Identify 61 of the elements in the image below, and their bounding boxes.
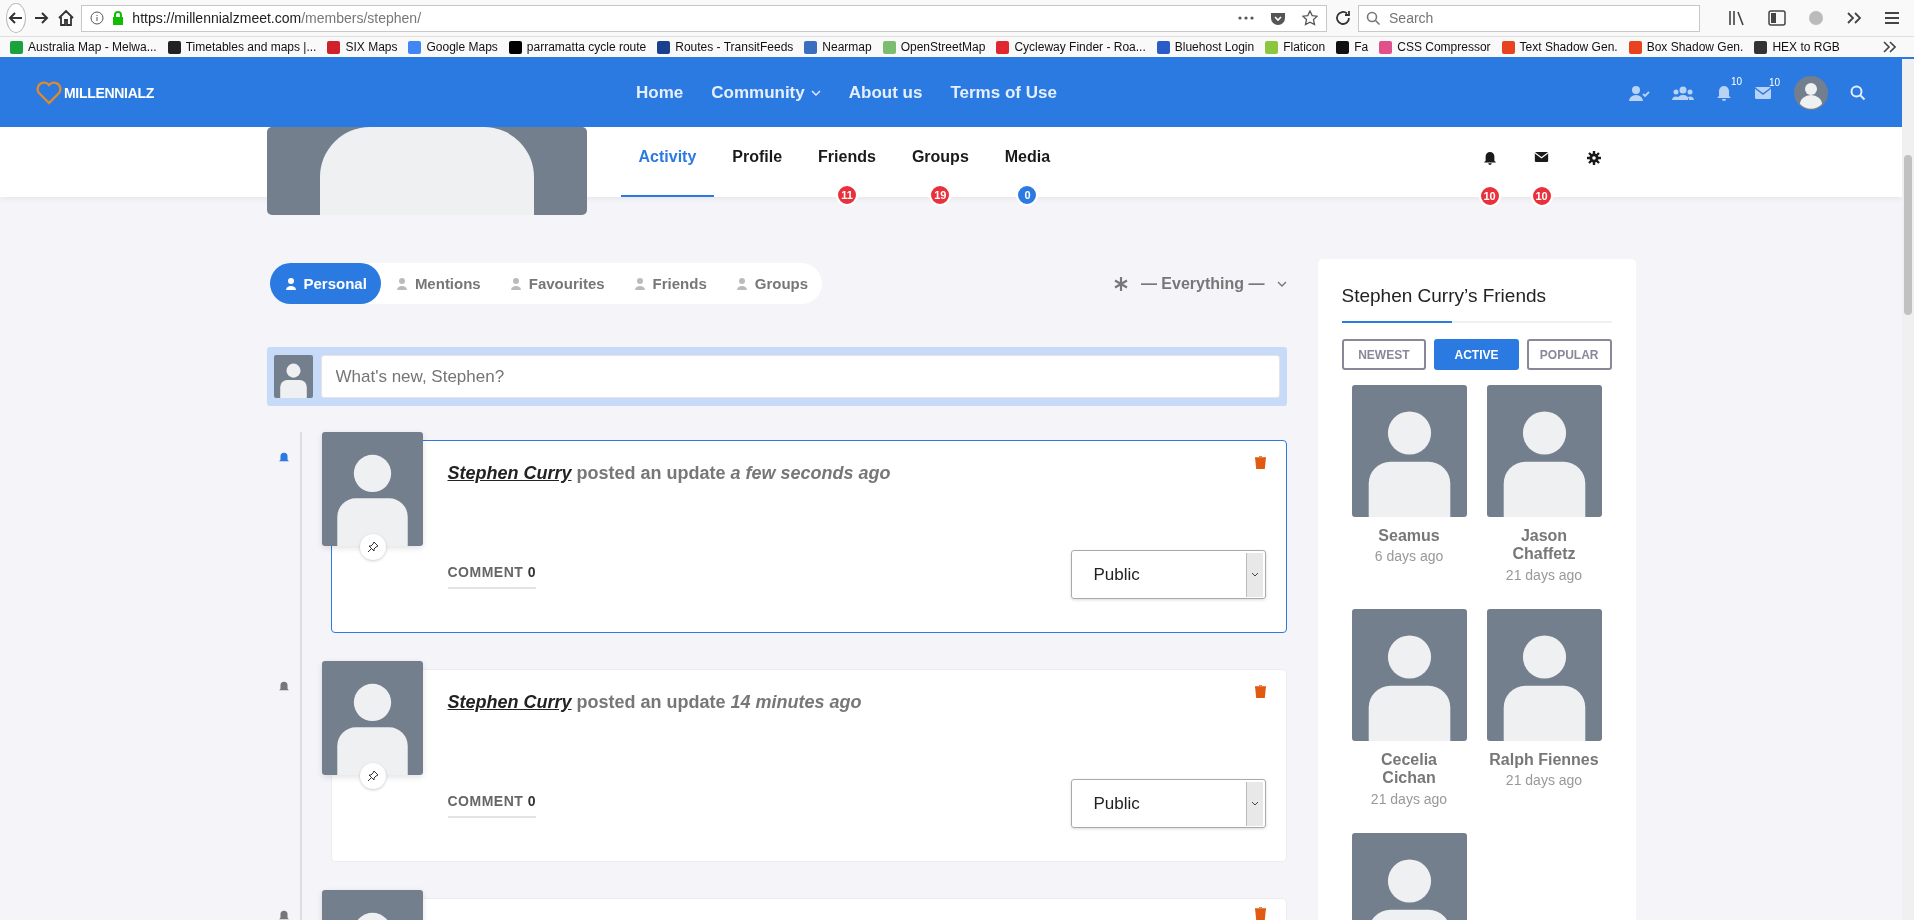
nav-link[interactable]: Home <box>636 83 684 103</box>
notification-count: 10 <box>1731 75 1743 87</box>
comment-button[interactable]: COMMENT 0 <box>447 793 536 818</box>
profile-tab[interactable]: Groups <box>893 127 987 181</box>
profile-tab[interactable]: Media <box>986 127 1069 181</box>
url-text: https://millennialzmeet.com/members/stephen/ <box>132 10 422 26</box>
last-active-text: 21 days ago <box>1505 566 1583 583</box>
widget-title: Stephen Curry’s Friends <box>1341 285 1548 307</box>
bookmark-link[interactable]: Cycleway Finder - Roa... <box>996 40 1146 54</box>
privacy-select[interactable]: Public <box>1070 550 1266 599</box>
address-bar[interactable]: https://millennialzmeet.com/members/stephen/ <box>81 4 1328 32</box>
bookmark-link[interactable]: Flaticon <box>1265 40 1326 54</box>
nav-link[interactable]: Community <box>711 83 821 103</box>
last-active-text: 21 days ago <box>1505 772 1583 789</box>
comment-button[interactable]: COMMENT 0 <box>447 564 536 589</box>
friend-name[interactable]: Ralph Fiennes <box>1489 750 1599 770</box>
status-input[interactable]: What's new, Stephen? <box>320 355 1280 398</box>
bookmark-link[interactable]: Timetables and maps |... <box>167 40 317 54</box>
activity-text: Stephen Curry posted an update a few seconds ago <box>447 463 892 484</box>
bookmark-link[interactable]: Australia Map - Melwa... <box>10 40 157 54</box>
last-active-text: 21 days ago <box>1370 790 1448 807</box>
bookmark-link[interactable]: Box Shadow Gen. <box>1628 40 1744 54</box>
friend-name[interactable]: Jason Chaffetz <box>1489 527 1599 564</box>
bookmark-link[interactable]: Routes - TransitFeeds <box>657 40 794 54</box>
count-badge: 10 <box>1478 185 1501 207</box>
bookmark-link[interactable]: Fa <box>1336 40 1369 54</box>
privacy-select[interactable]: Public <box>1070 779 1266 828</box>
activity-text: Stephen Curry posted an update 14 minutes ago <box>447 692 863 713</box>
logo-text[interactable]: MILLENNIALZ <box>64 85 155 101</box>
filter-tab[interactable]: Friends <box>618 263 721 304</box>
author-link[interactable]: Stephen Curry <box>447 692 572 712</box>
count-badge: 10 <box>1530 185 1553 207</box>
bookmark-link[interactable]: parramatta cycle route <box>508 40 647 54</box>
bookmark-link[interactable]: Bluehost Login <box>1156 40 1255 54</box>
bookmark-link[interactable]: SIX Maps <box>327 40 398 54</box>
bookmark-link[interactable]: Nearmap <box>804 40 872 54</box>
last-active-text: 6 days ago <box>1374 548 1444 565</box>
profile-tab[interactable]: Activity <box>620 127 715 181</box>
friend-name[interactable]: Seamus <box>1378 527 1440 546</box>
message-count: 10 <box>1769 77 1781 88</box>
bookmark-link[interactable]: Google Maps <box>408 40 498 54</box>
bookmark-link[interactable]: HEX to RGB <box>1754 40 1840 54</box>
filter-tab[interactable]: Mentions <box>380 263 495 304</box>
profile-tab[interactable]: Friends <box>800 127 894 181</box>
nav-link[interactable]: Terms of Use <box>950 83 1057 103</box>
sort-button[interactable]: ACTIVE <box>1434 339 1519 370</box>
search-field[interactable]: Search <box>1358 4 1700 32</box>
friend-name[interactable]: Cecelia Cichan <box>1354 750 1464 788</box>
filter-tab[interactable]: Personal <box>269 263 381 304</box>
filter-tab[interactable]: Favourites <box>494 263 619 304</box>
profile-tab[interactable]: Profile <box>714 127 801 181</box>
activity-filter-dropdown[interactable]: — Everything — <box>1112 274 1287 293</box>
count-badge: 11 <box>836 184 858 206</box>
bookmark-link[interactable]: OpenStreetMap <box>882 40 986 54</box>
count-badge: 19 <box>929 184 952 206</box>
author-link[interactable]: Stephen Curry <box>447 463 572 483</box>
bookmark-link[interactable]: Text Shadow Gen. <box>1501 40 1618 54</box>
filter-tab[interactable]: Groups <box>720 263 823 304</box>
nav-link[interactable]: About us <box>848 83 923 103</box>
bookmark-link[interactable]: CSS Compressor <box>1379 40 1491 54</box>
count-badge: 0 <box>1016 184 1039 206</box>
